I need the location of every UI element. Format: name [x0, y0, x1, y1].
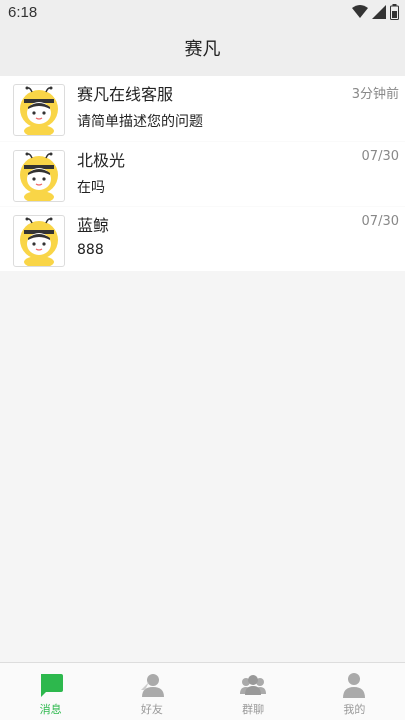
conversation-item[interactable]: 蓝鲸 888 07/30 — [0, 206, 405, 271]
empty-area — [0, 274, 405, 662]
tab-label: 群聊 — [242, 703, 265, 716]
bottom-tab-bar: 消息 好友 群聊 我的 — [0, 662, 405, 720]
avatar — [13, 150, 65, 202]
tab-friends[interactable]: 好友 — [101, 663, 202, 720]
status-time: 6:18 — [8, 4, 38, 21]
message-icon — [40, 674, 63, 697]
avatar — [13, 84, 65, 136]
conversation-list: 赛凡在线客服 请简单描述您的问题 3分钟前 北极光 在吗 07/30 蓝鲸 88… — [0, 76, 405, 271]
conversation-name: 北极光 — [77, 151, 126, 170]
tab-label: 我的 — [343, 703, 366, 716]
conversation-time: 07/30 — [361, 214, 399, 229]
conversation-item[interactable]: 赛凡在线客服 请简单描述您的问题 3分钟前 — [0, 76, 405, 141]
conversation-name: 蓝鲸 — [77, 216, 110, 235]
conversation-time: 3分钟前 — [351, 87, 399, 102]
wifi-icon — [352, 5, 368, 18]
conversation-name: 赛凡在线客服 — [77, 85, 174, 104]
bee-avatar-icon — [20, 217, 58, 266]
profile-icon — [343, 673, 366, 698]
status-bar: 6:18 — [0, 0, 405, 26]
tab-groups[interactable]: 群聊 — [203, 663, 304, 720]
tab-label: 消息 — [39, 703, 62, 716]
conversation-last-message: 在吗 — [77, 180, 105, 196]
bee-avatar-icon — [20, 152, 58, 201]
avatar — [13, 215, 65, 267]
group-icon — [240, 675, 267, 695]
conversation-last-message: 请简单描述您的问题 — [77, 114, 203, 130]
conversation-last-message: 888 — [77, 242, 104, 258]
conversation-item[interactable]: 北极光 在吗 07/30 — [0, 141, 405, 206]
signal-icon — [372, 5, 386, 19]
tab-label: 好友 — [140, 703, 163, 716]
tab-profile[interactable]: 我的 — [304, 663, 405, 720]
conversation-time: 07/30 — [361, 149, 399, 164]
page-title: 赛凡 — [184, 39, 221, 60]
friend-icon — [140, 674, 164, 697]
battery-icon — [390, 4, 399, 20]
tab-messages[interactable]: 消息 — [0, 663, 101, 720]
bee-avatar-icon — [20, 86, 58, 135]
title-bar: 赛凡 — [0, 26, 405, 76]
